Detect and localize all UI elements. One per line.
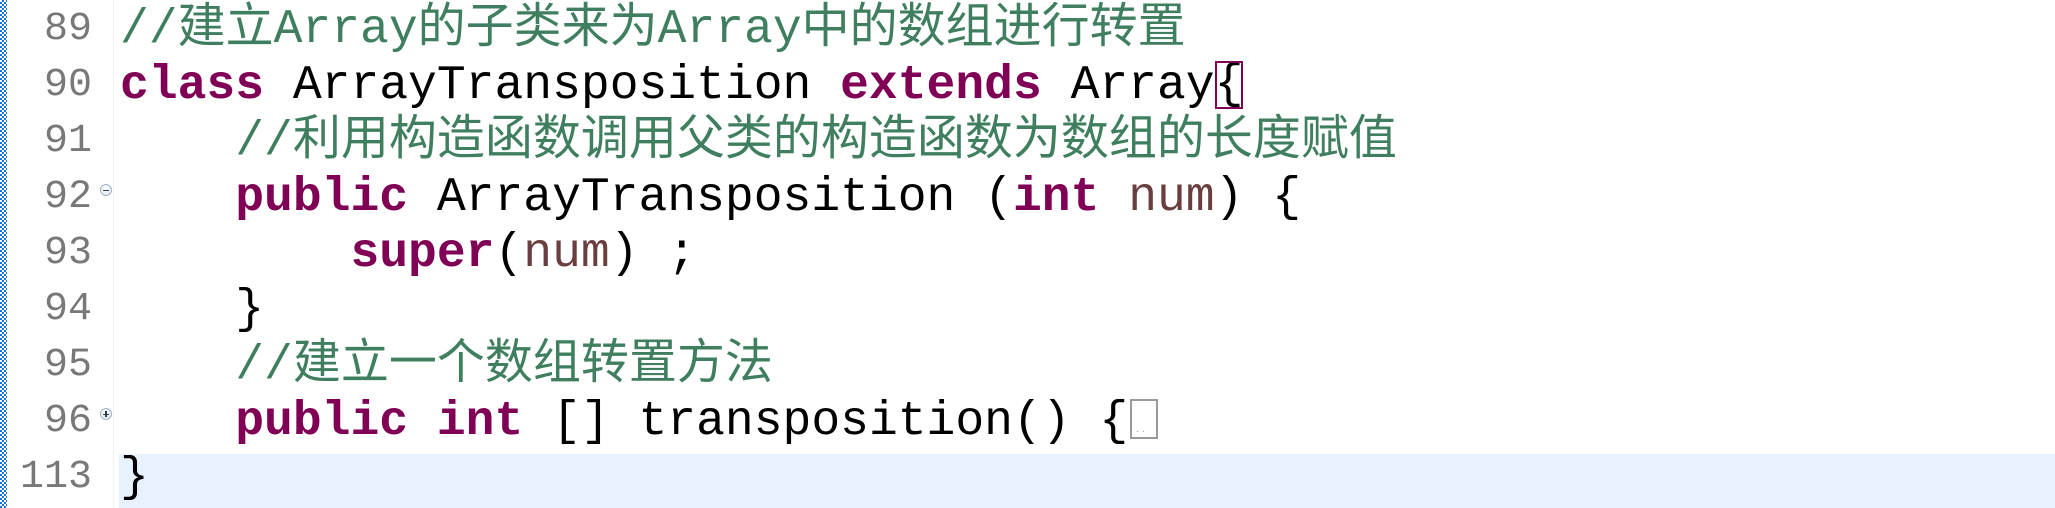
variable-token: num bbox=[523, 227, 610, 281]
fold-collapse-icon[interactable] bbox=[100, 184, 112, 196]
plain-token: ArrayTransposition ( bbox=[408, 171, 1013, 225]
code-text[interactable]: super(num) ; bbox=[120, 226, 696, 282]
keyword-token: extends bbox=[840, 59, 1042, 113]
plain-token: } bbox=[120, 451, 149, 505]
code-line[interactable]: 91 //利用构造函数调用父类的构造函数为数组的长度赋值 bbox=[0, 114, 2055, 170]
folded-code-placeholder[interactable] bbox=[1130, 399, 1159, 440]
line-number: 90 bbox=[43, 63, 92, 108]
indentation bbox=[120, 227, 350, 281]
code-editor[interactable]: 89 //建立Array的子类来为Array中的数组进行转置 90 class Arr… bbox=[0, 0, 2055, 508]
line-number: 96 bbox=[43, 399, 92, 444]
code-line[interactable]: 96 public int [] transposition() { bbox=[0, 394, 2055, 450]
code-text[interactable]: //建立一个数组转置方法 bbox=[120, 338, 773, 394]
code-line[interactable]: 90 class ArrayTransposition extends Array… bbox=[0, 58, 2055, 114]
line-number: 91 bbox=[43, 119, 92, 164]
code-text[interactable]: class ArrayTransposition extends Array{ bbox=[120, 58, 1244, 114]
plain-token: Array bbox=[1041, 59, 1215, 113]
comment-token: //利用构造函数调用父类的构造函数为数组的长度赋值 bbox=[235, 115, 1397, 169]
code-line[interactable]: 94 } bbox=[0, 282, 2055, 338]
plain-token: [] transposition() { bbox=[523, 395, 1129, 449]
code-line[interactable]: 93 super(num) ; bbox=[0, 226, 2055, 282]
line-number: 94 bbox=[43, 287, 92, 332]
line-number: 93 bbox=[43, 231, 92, 276]
indentation bbox=[120, 115, 235, 169]
indentation bbox=[120, 339, 235, 393]
plain-token: ) ; bbox=[609, 227, 697, 281]
keyword-token: public bbox=[235, 395, 409, 449]
plain-token: } bbox=[235, 283, 265, 337]
code-text[interactable]: } bbox=[120, 282, 264, 338]
keyword-token: int bbox=[436, 395, 524, 449]
code-line[interactable]: 92 public ArrayTransposition (int num) { bbox=[0, 170, 2055, 226]
plain-token: ArrayTransposition bbox=[264, 59, 841, 113]
code-line[interactable]: 113} bbox=[0, 450, 2055, 506]
fold-expand-icon[interactable] bbox=[100, 408, 112, 420]
keyword-token: int bbox=[1012, 171, 1100, 225]
indentation bbox=[120, 171, 235, 225]
comment-token: //建立Array的子类来为Array中的数组进行转置 bbox=[120, 3, 1186, 57]
indentation bbox=[120, 395, 235, 449]
line-number: 92 bbox=[43, 175, 92, 220]
line-number: 95 bbox=[43, 343, 92, 388]
code-line[interactable]: 95 //建立一个数组转置方法 bbox=[0, 338, 2055, 394]
code-text[interactable]: //建立Array的子类来为Array中的数组进行转置 bbox=[120, 2, 1186, 58]
line-number: 113 bbox=[19, 455, 92, 500]
comment-token: //建立一个数组转置方法 bbox=[235, 339, 773, 393]
variable-token: num bbox=[1128, 171, 1215, 225]
line-number: 89 bbox=[43, 7, 92, 52]
plain-token: ) { bbox=[1214, 171, 1302, 225]
matching-bracket: { bbox=[1214, 58, 1244, 113]
code-text[interactable]: //利用构造函数调用父类的构造函数为数组的长度赋值 bbox=[120, 114, 1397, 170]
keyword-token: super bbox=[350, 227, 495, 281]
code-text[interactable]: public int [] transposition() { bbox=[120, 394, 1159, 450]
code-text[interactable]: } bbox=[120, 450, 149, 506]
keyword-token: public bbox=[235, 171, 409, 225]
code-line[interactable]: 89 //建立Array的子类来为Array中的数组进行转置 bbox=[0, 2, 2055, 58]
indentation bbox=[120, 283, 235, 337]
code-text[interactable]: public ArrayTransposition (int num) { bbox=[120, 170, 1301, 226]
plain-token: ( bbox=[494, 227, 524, 281]
keyword-token: class bbox=[120, 59, 265, 113]
